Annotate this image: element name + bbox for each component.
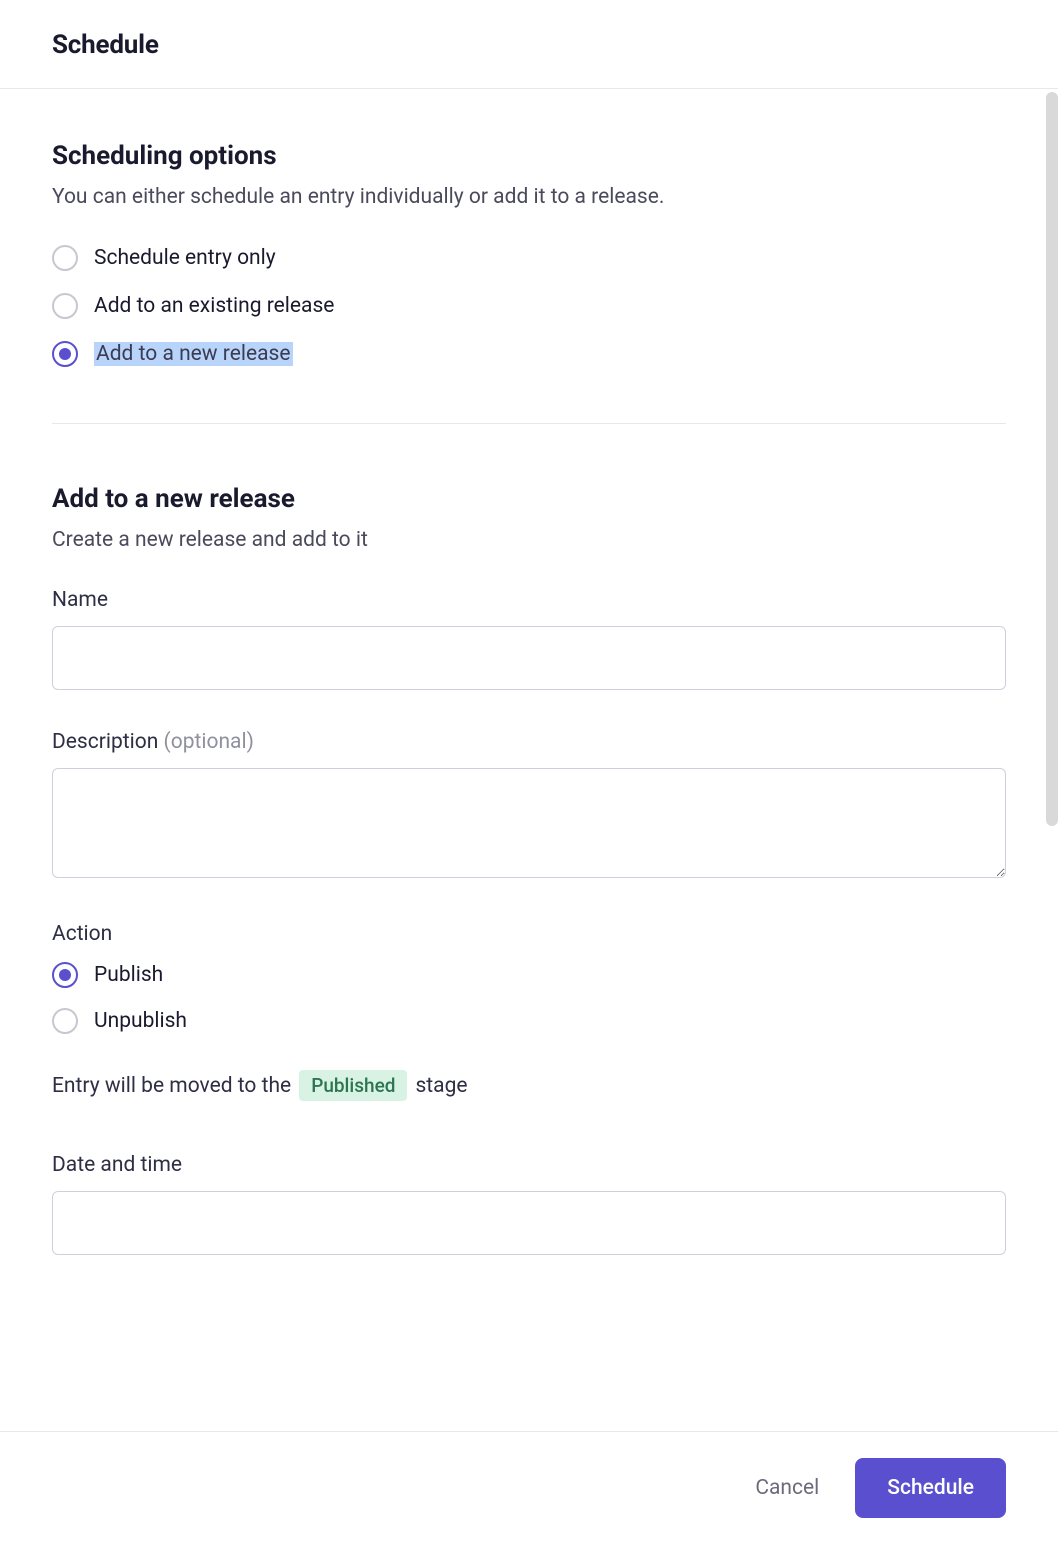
radio-label: Add to an existing release	[94, 294, 334, 318]
datetime-field-block: Date and time	[52, 1153, 1006, 1255]
action-label: Action	[52, 922, 1006, 946]
description-field-block: Description (optional)	[52, 730, 1006, 882]
section-divider	[52, 423, 1006, 424]
radio-unpublish[interactable]: Unpublish	[52, 1008, 1006, 1034]
radio-label: Add to a new release	[94, 342, 293, 366]
status-badge: Published	[299, 1070, 407, 1101]
description-hint: (optional)	[164, 730, 254, 754]
radio-icon	[52, 341, 78, 367]
action-radio-group: Publish Unpublish	[52, 962, 1006, 1034]
scheduling-options-subtitle: You can either schedule an entry individ…	[52, 185, 1006, 209]
radio-label: Schedule entry only	[94, 246, 276, 270]
entry-status-suffix: stage	[415, 1074, 467, 1098]
scheduling-options-radio-group: Schedule entry only Add to an existing r…	[52, 245, 1006, 367]
schedule-button[interactable]: Schedule	[855, 1458, 1006, 1518]
datetime-input[interactable]	[52, 1191, 1006, 1255]
name-label: Name	[52, 588, 1006, 612]
description-label: Description (optional)	[52, 730, 1006, 754]
radio-icon	[52, 1008, 78, 1034]
scrollbar-track	[1046, 92, 1058, 912]
radio-label: Unpublish	[94, 1009, 187, 1033]
cancel-button[interactable]: Cancel	[747, 1464, 827, 1512]
radio-schedule-entry-only[interactable]: Schedule entry only	[52, 245, 1006, 271]
description-input[interactable]	[52, 768, 1006, 878]
modal-header: Schedule	[0, 0, 1058, 89]
name-input[interactable]	[52, 626, 1006, 690]
entry-status-prefix: Entry will be moved to the	[52, 1074, 291, 1098]
description-label-text: Description	[52, 730, 158, 754]
radio-publish[interactable]: Publish	[52, 962, 1006, 988]
modal-body[interactable]: Scheduling options You can either schedu…	[0, 89, 1058, 1431]
new-release-title: Add to a new release	[52, 484, 1006, 514]
action-field-block: Action Publish Unpublish Entry will be m…	[52, 922, 1006, 1101]
radio-icon	[52, 293, 78, 319]
entry-status-text: Entry will be moved to the Published sta…	[52, 1070, 1006, 1101]
schedule-modal: Schedule Scheduling options You can eith…	[0, 0, 1058, 1544]
datetime-label: Date and time	[52, 1153, 1006, 1177]
modal-title: Schedule	[52, 30, 1006, 60]
name-field-block: Name	[52, 588, 1006, 690]
radio-icon	[52, 245, 78, 271]
scheduling-options-title: Scheduling options	[52, 141, 1006, 171]
radio-add-existing-release[interactable]: Add to an existing release	[52, 293, 1006, 319]
scrollbar-thumb[interactable]	[1046, 92, 1058, 826]
radio-icon	[52, 962, 78, 988]
modal-footer: Cancel Schedule	[0, 1431, 1058, 1544]
radio-add-new-release[interactable]: Add to a new release	[52, 341, 1006, 367]
new-release-subtitle: Create a new release and add to it	[52, 528, 1006, 552]
radio-label: Publish	[94, 963, 163, 987]
